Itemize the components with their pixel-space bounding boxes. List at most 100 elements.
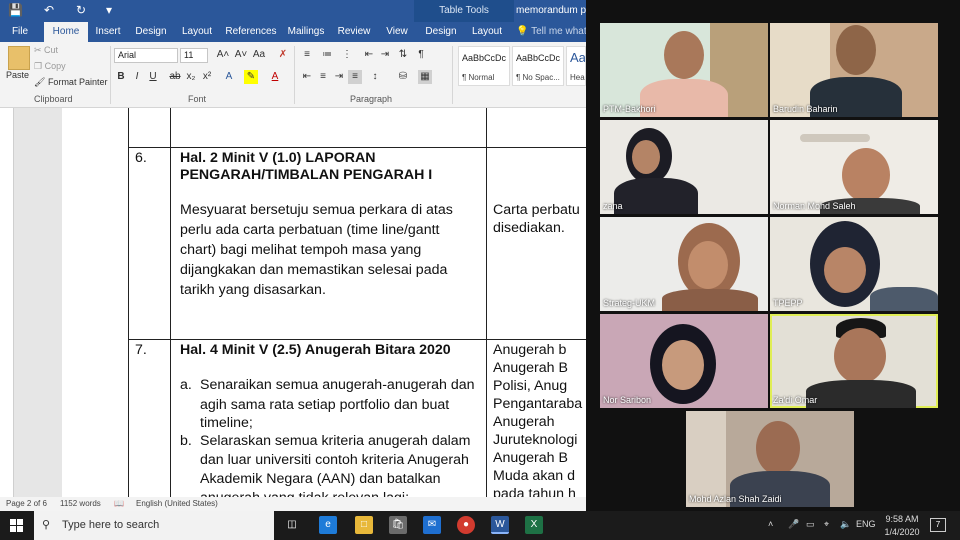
store-icon[interactable]: 🛍 bbox=[389, 516, 407, 534]
action-text: Carta perbatu bbox=[493, 202, 580, 218]
align-right-icon[interactable]: ⇥ bbox=[332, 70, 346, 84]
participant-tile[interactable]: Strateg-UKM bbox=[600, 217, 768, 311]
borders-icon[interactable]: ▦ bbox=[418, 70, 432, 84]
task-view-icon[interactable]: ◫ bbox=[283, 516, 301, 534]
style-normal[interactable]: AaBbCcDc ¶ Normal bbox=[458, 46, 510, 86]
copy-button[interactable]: ❐ Copy bbox=[34, 61, 66, 72]
shrink-font-icon[interactable]: A˅ bbox=[234, 48, 248, 62]
excel-taskbar-icon[interactable]: X bbox=[525, 516, 543, 534]
document-page[interactable]: 6. Hal. 2 Minit V (1.0) LAPORAN PENGARAH… bbox=[62, 108, 586, 497]
tab-table-layout[interactable]: Layout bbox=[468, 22, 506, 42]
cut-button[interactable]: ✂ Cut bbox=[34, 45, 58, 56]
justify-icon[interactable]: ≡ bbox=[348, 70, 362, 84]
battery-icon[interactable]: ▭ bbox=[806, 519, 815, 530]
multilevel-list-icon[interactable]: ⋮ bbox=[340, 48, 354, 62]
align-left-icon[interactable]: ⇤ bbox=[300, 70, 314, 84]
tab-insert[interactable]: Insert bbox=[90, 22, 126, 42]
tell-me-box[interactable]: 💡 Tell me what y bbox=[516, 22, 594, 42]
line-spacing-icon[interactable]: ↕ bbox=[368, 70, 382, 84]
undo-icon[interactable]: ↶ bbox=[44, 3, 54, 17]
notification-center-icon[interactable]: 7 bbox=[930, 518, 946, 532]
participant-tile[interactable]: Barudin Baharin bbox=[770, 23, 938, 117]
paste-button[interactable]: Paste bbox=[6, 70, 29, 80]
edge-icon[interactable]: e bbox=[319, 516, 337, 534]
tab-layout[interactable]: Layout bbox=[176, 22, 218, 42]
bold-icon[interactable]: B bbox=[114, 70, 128, 84]
group-divider bbox=[294, 46, 295, 104]
language-status[interactable]: English (United States) bbox=[136, 497, 218, 511]
participant-tile[interactable]: zana bbox=[600, 120, 768, 214]
tell-me-text: Tell me what y bbox=[531, 26, 595, 37]
participant-tile[interactable]: Norman Mohd Saleh bbox=[770, 120, 938, 214]
participant-tile[interactable]: TPEPP bbox=[770, 217, 938, 311]
input-language[interactable]: ENG bbox=[856, 519, 876, 529]
sort-icon[interactable]: ⇅ bbox=[396, 48, 410, 62]
save-icon[interactable]: 💾 bbox=[8, 3, 23, 17]
tab-home[interactable]: Home bbox=[44, 22, 88, 42]
tab-file[interactable]: File bbox=[0, 22, 40, 42]
subscript-icon[interactable]: x₂ bbox=[184, 70, 198, 84]
windows-start-icon[interactable] bbox=[10, 519, 23, 532]
chrome-icon[interactable]: ● bbox=[457, 516, 475, 534]
word-taskbar-icon[interactable]: W bbox=[491, 516, 509, 534]
taskbar-search-box[interactable]: ⚲ Type here to search bbox=[34, 511, 274, 540]
word-count[interactable]: 1152 words bbox=[60, 497, 101, 511]
tab-table-design[interactable]: Design bbox=[422, 22, 460, 42]
bullets-icon[interactable]: ≡ bbox=[300, 48, 314, 62]
decrease-indent-icon[interactable]: ⇤ bbox=[362, 48, 376, 62]
text-effects-icon[interactable]: A bbox=[222, 70, 236, 84]
participant-name: PTM-Bakhori bbox=[603, 104, 656, 114]
clock-time[interactable]: 9:58 AM bbox=[884, 514, 920, 524]
align-center-icon[interactable]: ≡ bbox=[316, 70, 330, 84]
shading-icon[interactable]: ⛁ bbox=[396, 70, 410, 84]
participant-face bbox=[842, 148, 890, 202]
tab-mailings[interactable]: Mailings bbox=[284, 22, 328, 42]
redo-icon[interactable]: ↻ bbox=[76, 3, 86, 17]
wifi-icon[interactable]: ⌖ bbox=[824, 519, 829, 530]
style-heading[interactable]: AaB Headi bbox=[566, 46, 586, 86]
cut-label: Cut bbox=[44, 45, 59, 55]
tab-view[interactable]: View bbox=[380, 22, 414, 42]
tab-references[interactable]: References bbox=[224, 22, 278, 42]
format-painter-button[interactable]: 🖌 Format Painter bbox=[34, 77, 107, 88]
tab-design[interactable]: Design bbox=[132, 22, 170, 42]
style-no-spacing[interactable]: AaBbCcDc ¶ No Spac... bbox=[512, 46, 564, 86]
document-area[interactable]: 6. Hal. 2 Minit V (1.0) LAPORAN PENGARAH… bbox=[0, 108, 586, 497]
paste-icon[interactable] bbox=[8, 46, 30, 70]
grow-font-icon[interactable]: A˄ bbox=[216, 48, 230, 62]
participant-face bbox=[664, 31, 704, 79]
clock-date[interactable]: 1/4/2020 bbox=[884, 527, 920, 537]
participant-tile-active[interactable]: Za'di Omar bbox=[770, 314, 938, 408]
tab-review[interactable]: Review bbox=[336, 22, 372, 42]
mail-icon[interactable]: ✉ bbox=[423, 516, 441, 534]
show-hidden-icons[interactable]: ˄ bbox=[768, 519, 773, 529]
font-color-icon[interactable]: A bbox=[268, 70, 282, 84]
numbering-icon[interactable]: ≔ bbox=[320, 48, 334, 62]
highlight-icon[interactable]: ✎ bbox=[244, 70, 258, 84]
increase-indent-icon[interactable]: ⇥ bbox=[378, 48, 392, 62]
proofing-icon[interactable]: 📖 bbox=[114, 497, 124, 511]
italic-icon[interactable]: I bbox=[130, 70, 144, 84]
page-count[interactable]: Page 2 of 6 bbox=[6, 497, 47, 511]
change-case-icon[interactable]: Aa bbox=[252, 48, 266, 62]
customize-toolbar-icon[interactable]: ▾ bbox=[106, 3, 112, 17]
participant-tile[interactable]: PTM-Bakhori bbox=[600, 23, 768, 117]
participant-name: Norman Mohd Saleh bbox=[773, 201, 856, 211]
show-formatting-icon[interactable]: ¶ bbox=[414, 48, 428, 62]
underline-icon[interactable]: U bbox=[146, 70, 160, 84]
participant-tile[interactable]: Nor Saribon bbox=[600, 314, 768, 408]
minute-text: dijangkakan dan memastikan selesai pada bbox=[180, 262, 448, 278]
font-name-select[interactable]: Arial bbox=[114, 48, 178, 63]
list-text: dan luar universiti contoh kriteria Anug… bbox=[200, 452, 469, 468]
taskbar: ⚲ Type here to search ◫ e □ 🛍 ✉ ● W X ˄ … bbox=[0, 511, 960, 540]
table-border bbox=[128, 339, 586, 340]
strikethrough-icon[interactable]: ab bbox=[168, 70, 182, 84]
superscript-icon[interactable]: x² bbox=[200, 70, 214, 84]
file-explorer-icon[interactable]: □ bbox=[355, 516, 373, 534]
participant-face bbox=[824, 247, 866, 293]
font-size-select[interactable]: 11 bbox=[180, 48, 208, 63]
microphone-icon[interactable]: 🎤 bbox=[788, 519, 799, 530]
participant-tile[interactable]: Mohd Azlan Shah Zaidi bbox=[686, 411, 854, 507]
volume-icon[interactable]: 🔈 bbox=[840, 519, 851, 530]
clear-formatting-icon[interactable]: ✗ bbox=[276, 48, 290, 62]
